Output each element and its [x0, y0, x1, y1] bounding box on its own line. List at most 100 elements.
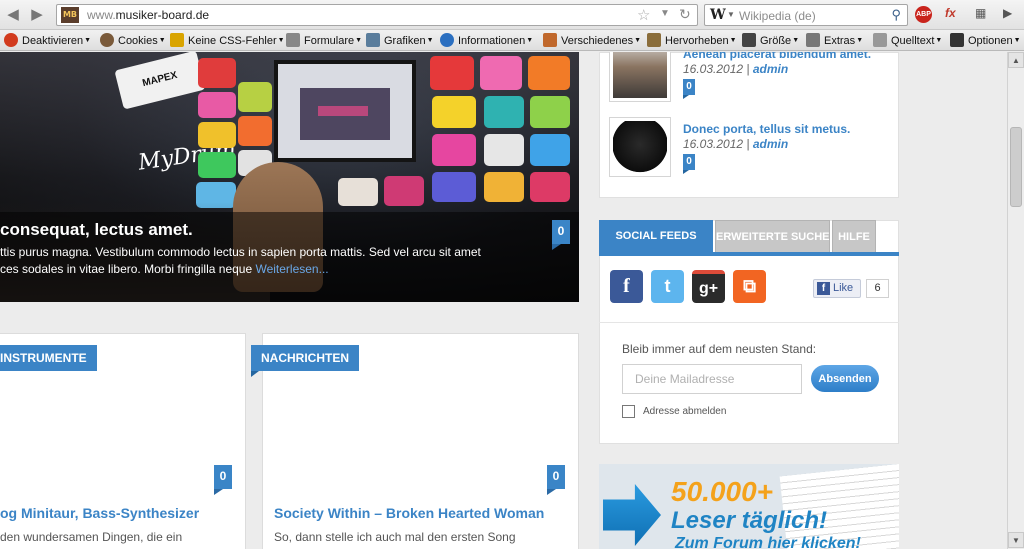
card-title-instruments[interactable]: og Minitaur, Bass-Synthesizer: [0, 505, 199, 521]
images-icon: [366, 33, 380, 47]
dev-item-label: Größe: [760, 35, 792, 47]
url-text[interactable]: www.musiker-board.de: [87, 8, 209, 22]
facebook-like-button[interactable]: f Like: [813, 279, 861, 298]
scroll-up-icon[interactable]: ▲: [1008, 52, 1024, 68]
options-icon: [950, 33, 964, 47]
card-comment-count[interactable]: 0: [214, 465, 232, 495]
photo-drum: [432, 134, 476, 166]
tab-social-feeds[interactable]: SOCIAL FEEDS: [599, 220, 713, 253]
forms-icon: [286, 33, 300, 47]
newsletter-submit-button[interactable]: Absenden: [811, 365, 879, 392]
card-excerpt-instruments: den wundersamen Dingen, die ein: [0, 530, 183, 544]
post-thumbnail[interactable]: [609, 117, 671, 177]
category-label-instruments[interactable]: INSTRUMENTE: [0, 345, 97, 371]
forum-ad-banner[interactable]: 50.000+ Leser täglich! Zum Forum hier kl…: [599, 464, 899, 549]
bookmarks-menu-icon[interactable]: ▦: [975, 6, 986, 20]
newsletter-label: Bleib immer auf dem neusten Stand:: [622, 342, 817, 356]
dev-item-images[interactable]: Grafiken▼: [366, 33, 434, 47]
dev-item-cookies[interactable]: Cookies▼: [100, 33, 166, 47]
search-placeholder[interactable]: Wikipedia (de): [739, 9, 816, 23]
card-comment-count[interactable]: 0: [547, 465, 565, 495]
url-history-dropdown-icon[interactable]: ▼: [660, 8, 670, 19]
like-label: Like: [833, 282, 854, 294]
facebook-icon[interactable]: f: [610, 270, 643, 303]
photo-drum: [430, 56, 474, 90]
photo-drum: [198, 152, 236, 178]
card-title-news[interactable]: Society Within – Broken Hearted Woman: [274, 505, 544, 521]
post-author-link[interactable]: admin: [753, 62, 788, 76]
adblock-plus-icon[interactable]: ABP: [915, 6, 932, 23]
url-bar[interactable]: MB www.musiker-board.de ☆ ▼ ↻: [56, 4, 698, 26]
dev-item-label: Formulare: [304, 35, 355, 47]
rss-icon[interactable]: ⧉: [733, 270, 766, 303]
sidebar-post-title[interactable]: Aenean placerat bibendum amet.: [683, 52, 871, 61]
featured-slider[interactable]: MAPEX MyDrum consequat, lectus amet. tti…: [0, 52, 579, 302]
dev-item-label: Extras: [824, 35, 856, 47]
wikipedia-icon[interactable]: W: [710, 7, 726, 23]
sidebar-post-comment-count[interactable]: 0: [683, 154, 695, 174]
photo-drum: [198, 58, 236, 88]
firebug-icon[interactable]: fx: [945, 6, 956, 20]
photo-drum: [530, 172, 570, 202]
slider-read-more-link[interactable]: Weiterlesen...: [255, 262, 328, 276]
dev-item-tools[interactable]: Extras▼: [806, 33, 863, 47]
search-bar[interactable]: W ▼ Wikipedia (de) ⚲: [704, 4, 908, 26]
bookmark-star-icon[interactable]: ☆: [637, 6, 650, 24]
dev-item-label: Quelltext: [891, 35, 935, 47]
slider-title[interactable]: consequat, lectus amet.: [0, 220, 193, 240]
google-plus-icon[interactable]: g+: [692, 270, 725, 303]
twitter-icon[interactable]: t: [651, 270, 684, 303]
widget-divider: [599, 322, 899, 323]
dev-item-forms[interactable]: Formulare▼: [286, 33, 362, 47]
photo-drum: [530, 134, 570, 166]
photo-drum: [530, 96, 570, 128]
tab-help[interactable]: HILFE: [832, 220, 876, 253]
post-date: 16.03.2012: [683, 62, 744, 76]
reload-icon[interactable]: ↻: [679, 6, 691, 23]
back-arrow-icon[interactable]: ◀: [4, 6, 22, 24]
page-viewport: MAPEX MyDrum consequat, lectus amet. tti…: [0, 52, 1007, 549]
dev-item-source[interactable]: Quelltext▼: [873, 33, 942, 47]
tab-advanced-search[interactable]: ERWEITERTE SUCHE: [715, 220, 830, 253]
search-icon[interactable]: ⚲: [891, 7, 901, 23]
sidebar-post-comment-count[interactable]: 0: [683, 79, 695, 99]
unsubscribe-checkbox[interactable]: [622, 405, 635, 418]
dev-item-deactivate[interactable]: Deaktivieren▼: [4, 33, 91, 47]
post-meta-separator: |: [743, 137, 753, 151]
scrollbar-thumb[interactable]: [1010, 127, 1022, 207]
dev-item-options[interactable]: Optionen▼: [950, 33, 1021, 47]
dev-item-label: Grafiken: [384, 35, 426, 47]
forward-arrow-icon[interactable]: ▶: [28, 6, 46, 24]
category-label-news[interactable]: NACHRICHTEN: [251, 345, 359, 377]
toolbar-play-icon[interactable]: ▶: [1003, 6, 1012, 20]
photo-drum: [432, 172, 476, 202]
banner-subline: Leser täglich!: [671, 507, 828, 534]
dev-item-highlight[interactable]: Hervorheben▼: [647, 33, 737, 47]
dev-item-label: Verschiedenes: [561, 35, 634, 47]
search-engine-dropdown-icon[interactable]: ▼: [727, 10, 735, 19]
sidebar-post-meta: 16.03.2012 | admin: [683, 137, 788, 151]
misc-icon: [543, 33, 557, 47]
banner-headline: 50.000+: [671, 476, 773, 507]
sidebar-post-meta: 16.03.2012 | admin: [683, 62, 788, 76]
resize-icon: [742, 33, 756, 47]
dev-item-label: Informationen: [458, 35, 526, 47]
dev-item-css[interactable]: Keine CSS-Fehler▼: [170, 33, 285, 47]
dev-item-misc[interactable]: Verschiedenes▼: [543, 33, 641, 47]
post-author-link[interactable]: admin: [753, 137, 788, 151]
scroll-down-icon[interactable]: ▼: [1008, 532, 1024, 548]
photo-drum: [484, 172, 524, 202]
newsletter-email-field[interactable]: [622, 364, 802, 394]
photo-drum: [238, 82, 272, 112]
card-excerpt-news: So, dann stelle ich auch mal den ersten …: [274, 530, 516, 544]
post-thumbnail[interactable]: [609, 52, 671, 102]
page-scrollbar[interactable]: ▲ ▼: [1007, 52, 1024, 549]
dev-item-information[interactable]: Informationen▼: [440, 33, 533, 47]
photo-drum: [528, 56, 570, 90]
photo-drum: [198, 92, 236, 118]
slider-excerpt-line1: ttis purus magna. Vestibulum commodo lec…: [0, 245, 481, 259]
dev-item-resize[interactable]: Größe▼: [742, 33, 799, 47]
photo-monitor: [274, 60, 416, 162]
slider-comment-count[interactable]: 0: [552, 220, 570, 250]
sidebar-post-title[interactable]: Donec porta, tellus sit metus.: [683, 122, 850, 136]
